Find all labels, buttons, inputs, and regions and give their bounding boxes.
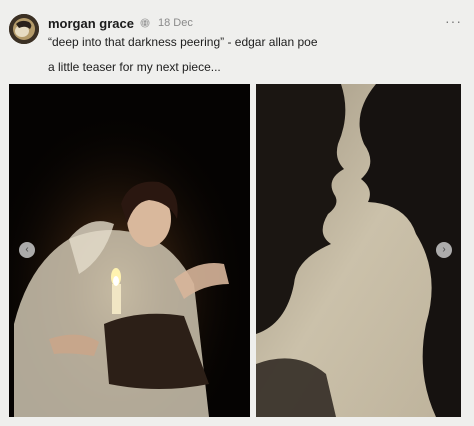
post-card: morgan grace 18 Dec ··· “deep into that … <box>0 0 474 426</box>
author-name[interactable]: morgan grace <box>48 16 134 31</box>
chevron-right-icon: › <box>442 244 446 255</box>
carousel-image-2[interactable] <box>256 84 461 417</box>
post-header: morgan grace 18 Dec <box>48 14 193 32</box>
post-text-caption: a little teaser for my next piece... <box>48 60 221 74</box>
post-date[interactable]: 18 Dec <box>158 17 193 29</box>
chevron-left-icon: ‹ <box>25 244 29 255</box>
carousel-prev-button[interactable]: ‹ <box>19 242 35 258</box>
avatar[interactable] <box>9 14 39 44</box>
carousel-image-1[interactable] <box>9 84 250 417</box>
post-text-quote: “deep into that darkness peering” - edga… <box>48 35 318 49</box>
carousel-next-button[interactable]: › <box>436 242 452 258</box>
globe-icon <box>140 18 150 28</box>
more-options-button[interactable]: ··· <box>445 14 462 28</box>
